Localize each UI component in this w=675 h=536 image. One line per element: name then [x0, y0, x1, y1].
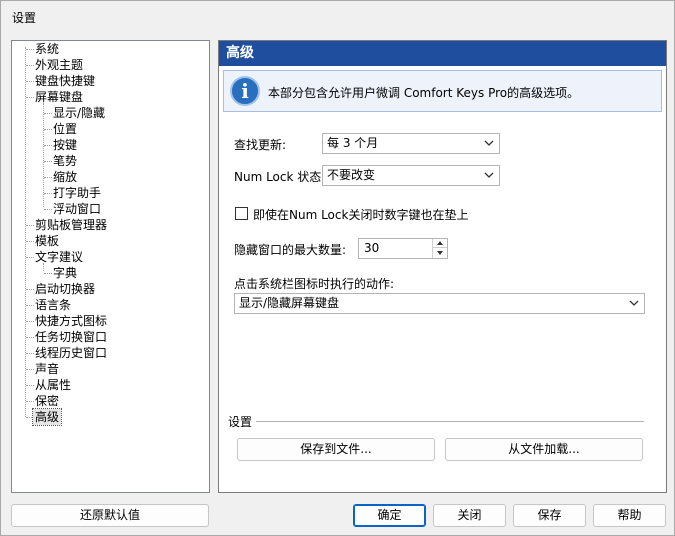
numlock-state-value: 不要改变	[327, 168, 376, 182]
numlock-state-dropdown[interactable]: 不要改变	[322, 165, 500, 186]
tree-item-gestures[interactable]: 笔势	[51, 153, 79, 169]
save-button[interactable]: 保存	[513, 504, 586, 527]
tree-item-appearance[interactable]: 外观主题	[33, 57, 85, 73]
max-hidden-windows-spinner[interactable]: 30	[358, 238, 448, 259]
info-box: i 本部分包含允许用户微调 Comfort Keys Pro的高级选项。	[223, 70, 662, 112]
tree-item-zoom[interactable]: 缩放	[51, 169, 79, 185]
advanced-panel: 高级 i 本部分包含允许用户微调 Comfort Keys Pro的高级选项。 …	[218, 40, 667, 493]
arrow-down-icon	[437, 251, 443, 255]
tray-action-value: 显示/隐藏屏幕键盘	[239, 296, 340, 310]
group-divider	[256, 421, 644, 422]
settings-group-label: 设置	[228, 415, 253, 429]
tree-connector	[25, 47, 26, 417]
numlock-keypad-checkbox[interactable]	[235, 207, 248, 220]
spinner-up-button[interactable]	[433, 239, 447, 248]
tree-item-typing-assistant[interactable]: 打字助手	[51, 185, 103, 201]
close-button[interactable]: 关闭	[433, 504, 506, 527]
ok-button[interactable]: 确定	[353, 504, 426, 527]
tray-action-dropdown[interactable]: 显示/隐藏屏幕键盘	[234, 293, 645, 314]
chevron-down-icon	[484, 172, 494, 178]
settings-window: 设置 系统 外观主题 键盘快捷键 屏幕键盘 显示/隐藏 位置 按键 笔势 缩放 …	[0, 0, 675, 536]
tree-item-dictionary[interactable]: 字典	[51, 265, 79, 281]
chevron-down-icon	[629, 300, 639, 306]
info-icon: i	[230, 76, 260, 106]
load-from-file-button[interactable]: 从文件加载...	[445, 438, 643, 461]
panel-title: 高级	[219, 41, 666, 66]
tree-item-text-suggestions[interactable]: 文字建议	[33, 249, 85, 265]
tree-item-floating-window[interactable]: 浮动窗口	[51, 201, 103, 217]
settings-tree[interactable]: 系统 外观主题 键盘快捷键 屏幕键盘 显示/隐藏 位置 按键 笔势 缩放 打字助…	[11, 40, 210, 493]
tree-item-show-hide[interactable]: 显示/隐藏	[51, 105, 107, 121]
spinner-down-button[interactable]	[433, 248, 447, 257]
tree-item-clipboard-manager[interactable]: 剪贴板管理器	[33, 217, 109, 233]
tree-item-sound[interactable]: 声音	[33, 361, 61, 377]
window-title: 设置	[12, 11, 37, 25]
numlock-keypad-checkbox-label[interactable]: 即使在Num Lock关闭时数字键也在垫上	[253, 206, 468, 223]
tree-item-hotkeys[interactable]: 键盘快捷键	[33, 73, 97, 89]
help-button[interactable]: 帮助	[593, 504, 666, 527]
tree-item-language-bar[interactable]: 语言条	[33, 297, 73, 313]
tray-action-label: 点击系统栏图标时执行的动作:	[234, 277, 395, 291]
title-bar: 设置	[1, 1, 674, 33]
tree-item-templates[interactable]: 模板	[33, 233, 61, 249]
tree-item-position[interactable]: 位置	[51, 121, 79, 137]
info-text: 本部分包含允许用户微调 Comfort Keys Pro的高级选项。	[268, 86, 580, 100]
chevron-down-icon	[484, 140, 494, 146]
spinner-buttons	[432, 239, 447, 258]
tree-item-keys[interactable]: 按键	[51, 137, 79, 153]
save-to-file-button[interactable]: 保存到文件...	[237, 438, 435, 461]
check-updates-label: 查找更新:	[234, 138, 287, 152]
tree-item-shortcut-icons[interactable]: 快捷方式图标	[33, 313, 109, 329]
tree-item-properties[interactable]: 从属性	[33, 377, 73, 393]
restore-defaults-button[interactable]: 还原默认值	[11, 504, 209, 527]
tree-connector	[43, 103, 44, 207]
tree-item-onscreen-keyboard[interactable]: 屏幕键盘	[33, 89, 85, 105]
tree-item-launch-switcher[interactable]: 启动切换器	[33, 281, 97, 297]
check-updates-dropdown[interactable]: 每 3 个月	[322, 133, 500, 154]
tree-item-thread-history-window[interactable]: 线程历史窗口	[33, 345, 109, 361]
max-hidden-windows-label: 隐藏窗口的最大数量:	[234, 243, 347, 257]
arrow-up-icon	[437, 241, 443, 245]
tree-item-advanced[interactable]: 高级	[31, 408, 63, 426]
check-updates-value: 每 3 个月	[327, 136, 379, 150]
tree-item-privacy[interactable]: 保密	[33, 393, 61, 409]
max-hidden-windows-value: 30	[364, 241, 380, 255]
tree-item-system[interactable]: 系统	[33, 41, 61, 57]
numlock-state-label: Num Lock 状态:	[234, 170, 326, 184]
tree-item-task-switch-window[interactable]: 任务切换窗口	[33, 329, 109, 345]
